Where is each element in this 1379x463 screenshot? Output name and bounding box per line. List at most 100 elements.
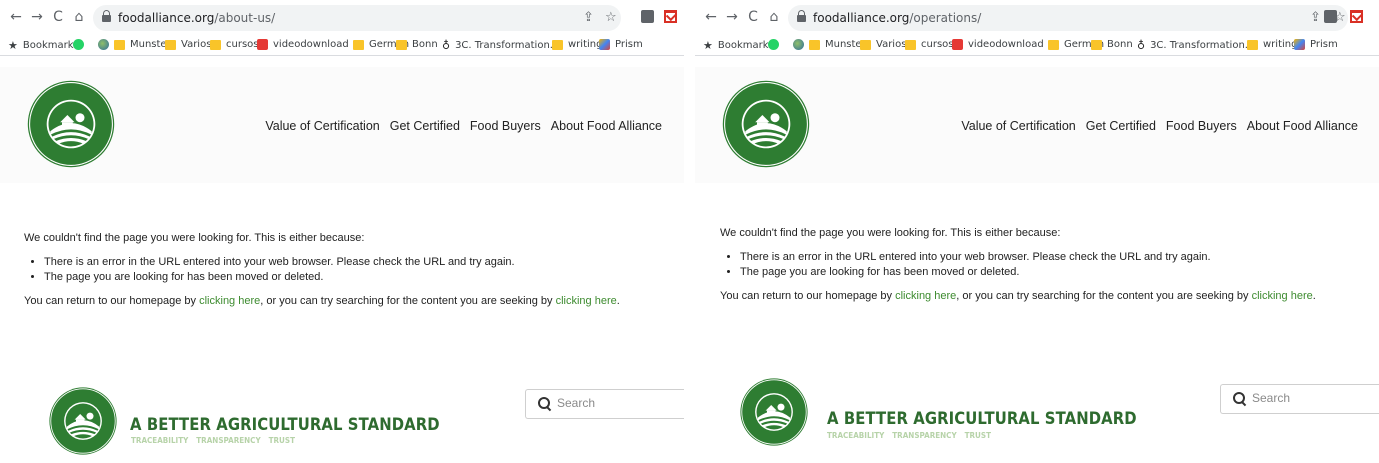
bookmark-item[interactable]: Bonn bbox=[1091, 39, 1133, 50]
error-reasons-list: There is an error in the URL entered int… bbox=[44, 255, 620, 285]
folder-icon bbox=[165, 39, 176, 50]
bookmark-item[interactable]: cursos bbox=[210, 39, 259, 50]
browser-toolbar: ← → C ⌂ foodalliance.org/operations/ ⇪ ☆ bbox=[695, 0, 1379, 36]
folder-icon bbox=[1048, 39, 1059, 50]
bookmark-item[interactable]: ★ Bookmarks bbox=[703, 39, 774, 52]
bookmark-item[interactable]: Bonn bbox=[396, 39, 438, 50]
bookmark-item[interactable]: Prism bbox=[599, 39, 643, 50]
return-prefix: You can return to our homepage by bbox=[24, 294, 200, 307]
home-icon[interactable]: ⌂ bbox=[766, 9, 782, 25]
bookmark-item[interactable]: Varios bbox=[165, 39, 211, 50]
seal-graphic bbox=[740, 378, 808, 446]
url-text[interactable]: foodalliance.org/about-us/ bbox=[118, 11, 275, 25]
search-link[interactable]: clicking here bbox=[556, 295, 617, 307]
menu-item[interactable]: Food Buyers bbox=[1166, 119, 1237, 133]
folder-icon bbox=[114, 39, 125, 50]
menu-item[interactable]: About Food Alliance bbox=[551, 119, 662, 133]
url-path: /operations/ bbox=[909, 11, 982, 25]
url-path: /about-us/ bbox=[214, 11, 276, 25]
site-header: Value of Certification Get Certified Food … bbox=[0, 67, 684, 183]
error-reason-item: There is an error in the URL entered int… bbox=[740, 250, 1316, 265]
reload-icon[interactable]: C bbox=[50, 9, 66, 25]
folder-icon bbox=[1247, 39, 1258, 50]
back-arrow-icon[interactable]: ← bbox=[703, 9, 719, 25]
whatsapp-icon bbox=[768, 39, 779, 50]
address-bar[interactable]: foodalliance.org/operations/ ⇪ ☆ bbox=[788, 5, 1348, 31]
back-arrow-icon[interactable]: ← bbox=[8, 9, 24, 25]
footer-search[interactable] bbox=[525, 389, 684, 419]
site-header: Value of Certification Get Certified Food … bbox=[695, 67, 1379, 183]
homepage-link[interactable]: clicking here bbox=[199, 295, 260, 307]
home-icon[interactable]: ⌂ bbox=[71, 9, 87, 25]
return-prefix: You can return to our homepage by bbox=[720, 289, 896, 302]
extension-icon[interactable] bbox=[1324, 10, 1337, 23]
folder-icon bbox=[396, 39, 407, 50]
bookmark-label: Prism bbox=[615, 39, 643, 50]
bookmark-label: videodownload bbox=[968, 39, 1044, 50]
prism-icon bbox=[1294, 39, 1305, 50]
bookmark-item[interactable]: videodownload bbox=[257, 39, 349, 50]
bookmark-item[interactable]: cursos bbox=[905, 39, 954, 50]
bookmark-item[interactable]: Munster bbox=[114, 39, 171, 50]
footer-logo bbox=[739, 377, 809, 447]
bookmark-item[interactable]: Varios bbox=[860, 39, 906, 50]
menu-item[interactable]: Value of Certification bbox=[265, 119, 379, 133]
globe-icon bbox=[98, 39, 109, 50]
menu-item[interactable]: Value of Certification bbox=[961, 119, 1075, 133]
gmail-icon[interactable] bbox=[664, 10, 677, 23]
bookmark-label: Varios bbox=[181, 39, 212, 50]
extension-icon[interactable] bbox=[641, 10, 654, 23]
bookmark-item[interactable]: Prism bbox=[1294, 39, 1338, 50]
forward-arrow-icon[interactable]: → bbox=[724, 9, 740, 25]
food-alliance-logo[interactable] bbox=[26, 79, 116, 169]
menu-item[interactable]: Get Certified bbox=[1086, 119, 1156, 133]
bookmark-item[interactable]: ♁ 3C. Transformation... bbox=[1137, 39, 1254, 52]
search-input[interactable] bbox=[1252, 391, 1362, 405]
share-icon[interactable]: ⇪ bbox=[583, 10, 594, 25]
share-icon[interactable]: ⇪ bbox=[1310, 10, 1321, 25]
lock-icon bbox=[797, 10, 806, 22]
bookmark-item[interactable]: videodownload bbox=[952, 39, 1044, 50]
address-bar[interactable]: foodalliance.org/about-us/ ⇪ ☆ bbox=[93, 5, 621, 31]
bookmark-item[interactable]: writing bbox=[552, 39, 602, 50]
bookmark-star-icon[interactable]: ☆ bbox=[605, 10, 617, 25]
error-message: We couldn't find the page you were looki… bbox=[720, 226, 1316, 303]
return-middle: , or you can try searching for the conte… bbox=[956, 289, 1252, 302]
homepage-link[interactable]: clicking here bbox=[895, 290, 956, 302]
error-reason-item: There is an error in the URL entered int… bbox=[44, 255, 620, 270]
bookmark-item[interactable]: ★ Bookmarks bbox=[8, 39, 79, 52]
menu-item[interactable]: Get Certified bbox=[390, 119, 460, 133]
search-link[interactable]: clicking here bbox=[1252, 290, 1313, 302]
footer-search[interactable] bbox=[1220, 384, 1379, 414]
gmail-icon[interactable] bbox=[1350, 10, 1363, 23]
bookmark-label: Bonn bbox=[412, 39, 438, 50]
star-icon: ★ bbox=[8, 39, 18, 52]
reload-icon[interactable]: C bbox=[745, 9, 761, 25]
menu-item[interactable]: About Food Alliance bbox=[1247, 119, 1358, 133]
bookmark-item[interactable] bbox=[73, 39, 84, 50]
bookmark-label: videodownload bbox=[273, 39, 349, 50]
forward-arrow-icon[interactable]: → bbox=[29, 9, 45, 25]
video-icon bbox=[257, 39, 268, 50]
bookmark-item[interactable]: ♁ 3C. Transformation... bbox=[442, 39, 559, 52]
menu-item[interactable]: Food Buyers bbox=[470, 119, 541, 133]
food-alliance-logo[interactable] bbox=[721, 79, 811, 169]
window-divider bbox=[684, 0, 695, 463]
bookmark-item[interactable] bbox=[98, 39, 109, 50]
error-reasons-list: There is an error in the URL entered int… bbox=[740, 250, 1316, 280]
url-text[interactable]: foodalliance.org/operations/ bbox=[813, 11, 981, 25]
cc-icon: ♁ bbox=[442, 39, 451, 52]
error-intro: We couldn't find the page you were looki… bbox=[24, 232, 365, 244]
search-input[interactable] bbox=[557, 396, 667, 410]
footer-subtags: TRACEABILITY TRANSPARENCY TRUST bbox=[131, 436, 295, 445]
bookmark-label: Bonn bbox=[1107, 39, 1133, 50]
bookmark-item[interactable] bbox=[793, 39, 804, 50]
bookmark-item[interactable]: writing bbox=[1247, 39, 1297, 50]
video-icon bbox=[952, 39, 963, 50]
globe-icon bbox=[793, 39, 804, 50]
bookmark-label: Varios bbox=[876, 39, 907, 50]
bookmark-item[interactable]: Munster bbox=[809, 39, 866, 50]
error-intro: We couldn't find the page you were looki… bbox=[720, 227, 1061, 239]
search-icon bbox=[1233, 392, 1245, 404]
bookmark-item[interactable] bbox=[768, 39, 779, 50]
